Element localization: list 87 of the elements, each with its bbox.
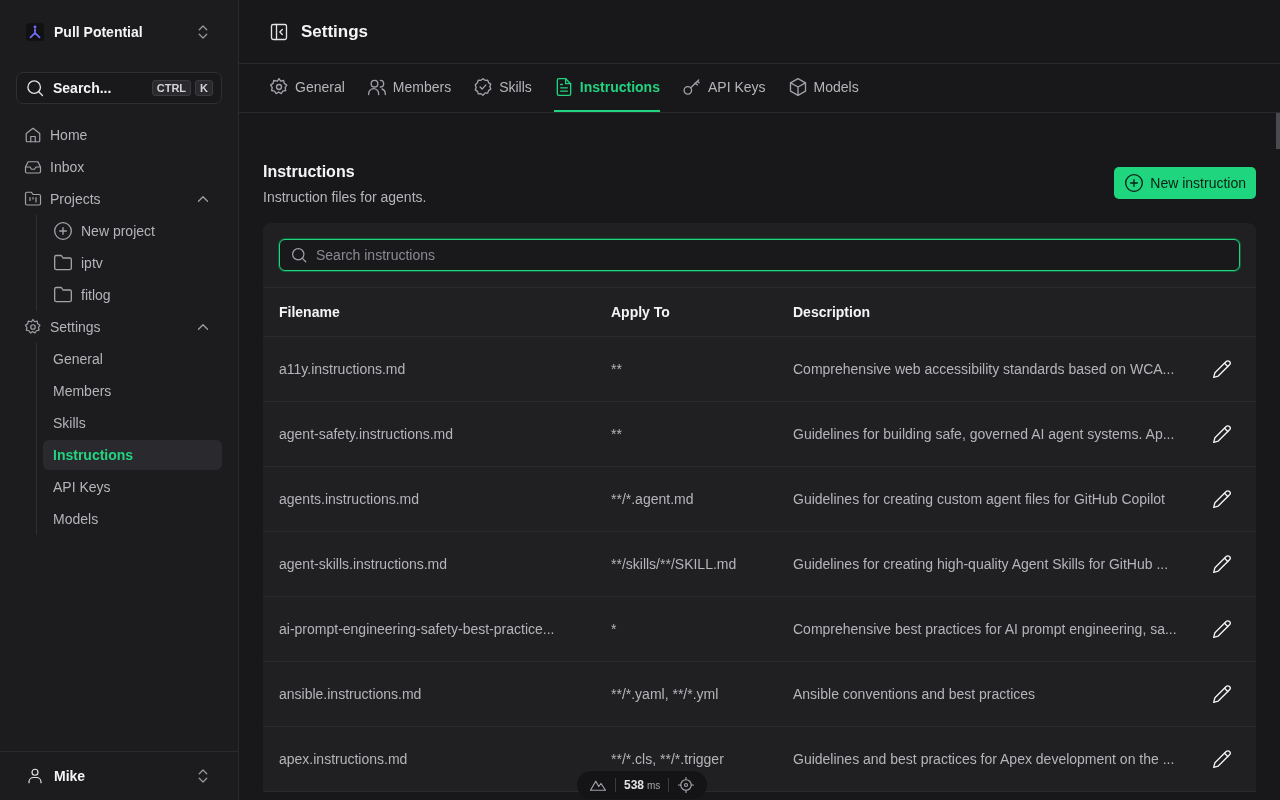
pencil-icon (1212, 489, 1232, 509)
tab-icon (787, 77, 808, 97)
pencil-icon (1212, 749, 1232, 769)
column-header: Apply To (595, 288, 777, 337)
pencil-icon (1212, 554, 1232, 574)
nav-subitem[interactable]: API Keys (43, 472, 222, 502)
edit-button[interactable] (1212, 489, 1232, 509)
table-cell: * (595, 596, 777, 662)
nav-subitem[interactable]: iptv (43, 248, 222, 278)
nav-subitem[interactable]: fitlog (43, 280, 222, 310)
column-header: Description (777, 288, 1212, 337)
page-title: Settings (301, 21, 369, 42)
edit-button[interactable] (1212, 684, 1232, 704)
workspace-name: Pull Potential (54, 24, 143, 40)
table-cell: Ansible conventions and best practices (777, 661, 1212, 727)
table-cell: ** (595, 336, 777, 402)
nav-item[interactable]: Settings (16, 311, 222, 343)
table-cell: **/*.yaml, **/*.yml (595, 661, 777, 727)
tab[interactable]: Skills (473, 64, 532, 112)
tab[interactable]: General (269, 64, 345, 112)
table-cell: Comprehensive best practices for AI prompt engineering, sa... (777, 596, 1212, 662)
edit-button[interactable] (1212, 619, 1232, 639)
table-cell: a11y.instructions.md (263, 336, 595, 402)
search-icon (290, 246, 308, 264)
nav-icon (24, 190, 42, 208)
table-cell: agents.instructions.md (263, 466, 595, 532)
table-cell: Guidelines and best practices for Apex development on the ... (777, 726, 1212, 792)
search-field[interactable]: Search instructions (279, 239, 1240, 271)
table-cell: Guidelines for creating custom agent files for GitHub Copilot (777, 466, 1212, 532)
table-cell: **/*.agent.md (595, 466, 777, 532)
search-button[interactable]: Search... CTRL K (16, 72, 222, 104)
nav-subitem[interactable]: New project (43, 216, 222, 246)
workspace-logo (26, 23, 44, 41)
search-icon (25, 78, 45, 98)
tab[interactable]: API Keys (681, 64, 766, 112)
tab[interactable]: Models (787, 64, 859, 112)
timing-value: 538 (624, 778, 645, 792)
table-cell: ** (595, 401, 777, 467)
crosshair-icon (677, 776, 696, 794)
keyboard-key: CTRL (151, 80, 192, 96)
edit-button[interactable] (1212, 424, 1232, 444)
edit-button[interactable] (1212, 749, 1232, 769)
table-cell: Guidelines for building safe, governed AI agent systems. Ap... (777, 401, 1212, 467)
section-title: Instructions (263, 163, 356, 181)
nav-icon (24, 318, 42, 336)
edit-button[interactable] (1212, 554, 1232, 574)
table-cell: ansible.instructions.md (263, 661, 595, 727)
sidebar-toggle-icon (269, 21, 289, 42)
folder-icon (53, 253, 73, 273)
user-icon (26, 767, 44, 785)
nav-subitem[interactable]: Members (43, 376, 222, 406)
table-cell: ai-prompt-engineering-safety-best-practice... (263, 596, 595, 662)
tab-icon (269, 77, 289, 97)
tab[interactable]: Instructions (553, 64, 660, 112)
plus-circle-icon (53, 221, 73, 241)
section-subtitle: Instruction files for agents. (263, 189, 427, 205)
nav-subitem[interactable]: Skills (43, 408, 222, 438)
new-instruction-button[interactable]: New instruction (1114, 167, 1256, 199)
pencil-icon (1212, 424, 1232, 444)
pencil-icon (1212, 619, 1232, 639)
nav-icon (24, 126, 42, 144)
table-cell: **/skills/**/SKILL.md (595, 531, 777, 597)
nav-subitem[interactable]: General (43, 344, 222, 374)
tab[interactable]: Members (366, 64, 452, 112)
pencil-icon (1212, 359, 1232, 379)
table-cell: Comprehensive web accessibility standards based on WCA... (777, 336, 1212, 402)
plus-circle-icon (1124, 173, 1145, 193)
nav-icon (24, 158, 42, 176)
table-cell: Guidelines for creating high-quality Agent Skills for GitHub ... (777, 531, 1212, 597)
nav-item[interactable]: Inbox (16, 151, 222, 183)
scrollbar[interactable] (1276, 113, 1280, 149)
pencil-icon (1212, 684, 1232, 704)
tab-icon (473, 77, 494, 97)
user-name: Mike (54, 768, 86, 784)
edit-button[interactable] (1212, 359, 1232, 379)
column-header: Filename (263, 288, 595, 337)
folder-icon (53, 285, 73, 305)
nav-subitem[interactable]: Models (43, 504, 222, 534)
nav-item[interactable]: Home (16, 119, 222, 151)
timing-unit: ms (647, 779, 661, 791)
tab-icon (681, 77, 702, 97)
table-cell: agent-skills.instructions.md (263, 531, 595, 597)
keyboard-key: K (195, 80, 213, 96)
tab-icon (366, 77, 387, 97)
nav-item[interactable]: Projects (16, 183, 222, 215)
nav-subitem[interactable]: Instructions (43, 440, 222, 470)
table-cell: agent-safety.instructions.md (263, 401, 595, 467)
